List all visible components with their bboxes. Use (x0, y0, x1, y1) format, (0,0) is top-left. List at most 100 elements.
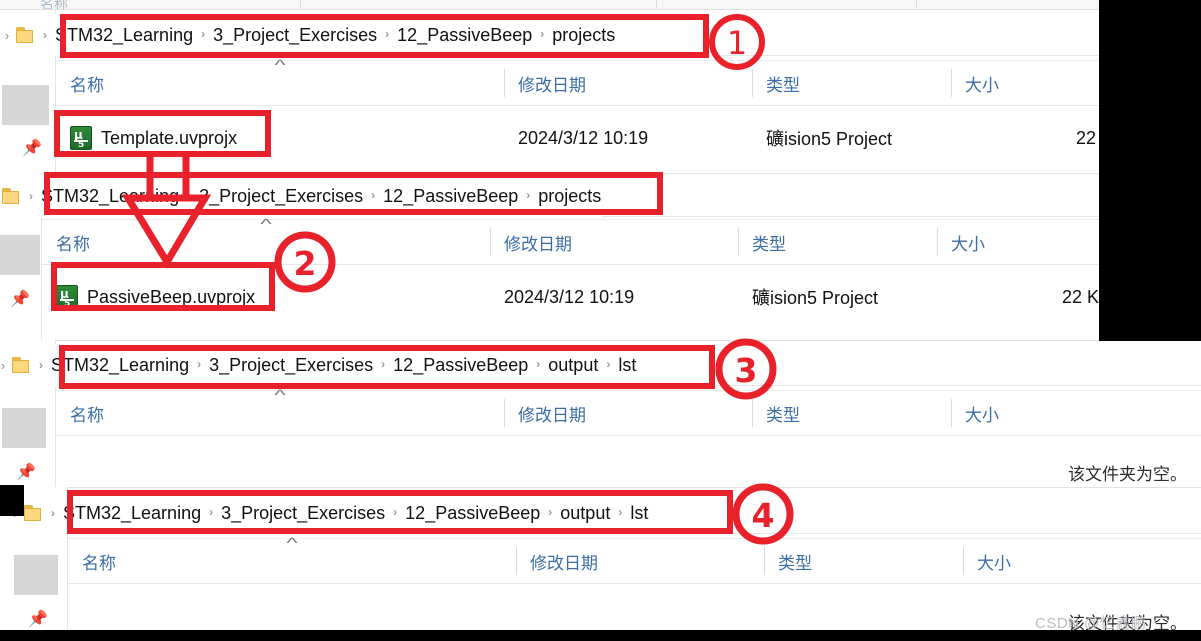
breadcrumb-segment[interactable]: lst (617, 355, 637, 376)
breadcrumb-separator-icon[interactable]: › (374, 357, 392, 371)
file-name-cell[interactable]: μ5 PassiveBeep.uvprojx (42, 285, 490, 309)
breadcrumb-separator-icon[interactable]: › (599, 357, 617, 371)
ghost-col-name: 名称 (40, 0, 68, 9)
address-bar-1[interactable]: › › STM32_Learning › 3_Project_Exercises… (0, 14, 1201, 56)
folder-icon (12, 356, 33, 374)
file-name-label: Template.uvprojx (101, 127, 238, 148)
breadcrumb-2[interactable]: STM32_Learning › 3_Project_Exercises › 1… (40, 186, 602, 207)
folder-icon (2, 187, 23, 205)
breadcrumb-segment[interactable]: STM32_Learning (50, 355, 190, 376)
address-bar-3[interactable]: › › STM32_Learning › 3_Project_Exercises… (0, 344, 1201, 386)
breadcrumb-root-caret-icon[interactable]: › (37, 28, 54, 42)
breadcrumb-segment[interactable]: 3_Project_Exercises (212, 25, 378, 46)
file-date-cell: 2024/3/12 10:19 (518, 127, 649, 148)
breadcrumb-separator-icon[interactable]: › (180, 188, 198, 202)
pin-icon[interactable]: 📌 (10, 291, 30, 308)
breadcrumb-segment[interactable]: 3_Project_Exercises (220, 503, 386, 524)
watermark: CSDN @忆鑫鹏 (1035, 615, 1147, 632)
breadcrumb-segment[interactable]: output (547, 355, 599, 376)
breadcrumb-segment[interactable]: STM32_Learning (54, 25, 194, 46)
breadcrumb-separator-icon[interactable]: › (190, 357, 208, 371)
column-header-date[interactable]: 修改日期 (504, 391, 752, 435)
breadcrumb-root-caret-icon[interactable]: › (45, 506, 62, 520)
breadcrumb-segment[interactable]: 12_PassiveBeep (382, 186, 519, 207)
column-header-type[interactable]: 类型 (764, 539, 963, 583)
pin-icon[interactable]: 📌 (16, 464, 36, 481)
address-bar-filler (637, 344, 1201, 386)
breadcrumb-separator-icon[interactable]: › (519, 188, 537, 202)
column-header-date[interactable]: 修改日期 (504, 61, 752, 105)
column-header-name[interactable]: 名称 (68, 539, 516, 583)
back-chevron-icon[interactable]: › (0, 358, 10, 373)
column-header-size[interactable]: 大小 (951, 391, 1141, 435)
breadcrumb-segment[interactable]: projects (551, 25, 616, 46)
breadcrumb-separator-icon[interactable]: › (194, 27, 212, 41)
breadcrumb-segment[interactable]: STM32_Learning (62, 503, 202, 524)
explorer-window-3: 📌 › › STM32_Learning › 3_Project_Exercis… (0, 340, 1201, 487)
column-header-type[interactable]: 类型 (752, 61, 951, 105)
occlusion-bar-right (1099, 0, 1201, 341)
column-header-row-4: 名称 修改日期 类型 大小 (68, 538, 1201, 584)
nav-placeholder-block (0, 235, 40, 275)
column-header-name[interactable]: 名称 (42, 220, 490, 264)
breadcrumb-separator-icon[interactable]: › (529, 357, 547, 371)
nav-placeholder-block (14, 555, 58, 595)
breadcrumb-separator-icon[interactable]: › (533, 27, 551, 41)
column-header-row-3: 名称 修改日期 类型 大小 (56, 390, 1201, 436)
column-header-row-1: 名称 修改日期 类型 大小 (56, 60, 1201, 106)
breadcrumb-separator-icon[interactable]: › (541, 505, 559, 519)
file-name-label: PassiveBeep.uvprojx (87, 286, 256, 307)
file-type-cell: 礦ision5 Project (752, 288, 879, 308)
folder-icon (16, 26, 37, 44)
breadcrumb-1[interactable]: STM32_Learning › 3_Project_Exercises › 1… (54, 25, 616, 46)
breadcrumb-segment[interactable]: 3_Project_Exercises (208, 355, 374, 376)
column-header-row-2: 名称 修改日期 类型 大小 (42, 219, 1201, 265)
column-header-date[interactable]: 修改日期 (516, 539, 764, 583)
pin-icon[interactable]: 📌 (22, 140, 42, 157)
column-header-name[interactable]: 名称 (56, 61, 504, 105)
explorer-window-2: 📌 › › STM32_Learning › 3_Project_Exercis… (0, 173, 1201, 340)
nav-placeholder-block (2, 408, 46, 448)
file-name-cell[interactable]: μ5 Template.uvprojx (56, 126, 504, 150)
cropped-column-header-strip: 名称 大小 (0, 0, 1201, 10)
breadcrumb-segment[interactable]: 3_Project_Exercises (198, 186, 364, 207)
address-bar-2[interactable]: › › STM32_Learning › 3_Project_Exercises… (0, 175, 1201, 217)
breadcrumb-separator-icon[interactable]: › (378, 27, 396, 41)
breadcrumb-root-caret-icon[interactable]: › (23, 189, 40, 203)
breadcrumb-segment[interactable]: output (559, 503, 611, 524)
breadcrumb-segment[interactable]: 12_PassiveBeep (392, 355, 529, 376)
pin-icon[interactable]: 📌 (28, 611, 48, 628)
file-type-cell: 礦ision5 Project (766, 129, 893, 149)
table-row[interactable]: μ5 Template.uvprojx 2024/3/12 10:19 礦isi… (56, 116, 1201, 160)
column-header-type[interactable]: 类型 (752, 391, 951, 435)
breadcrumb-segment[interactable]: 12_PassiveBeep (396, 25, 533, 46)
table-row[interactable]: μ5 PassiveBeep.uvprojx 2024/3/12 10:19 礦… (42, 275, 1201, 319)
breadcrumb-3[interactable]: STM32_Learning › 3_Project_Exercises › 1… (50, 355, 637, 376)
uvision5-project-icon: μ5 (56, 285, 78, 309)
column-header-name[interactable]: 名称 (56, 391, 504, 435)
breadcrumb-4[interactable]: STM32_Learning › 3_Project_Exercises › 1… (62, 503, 649, 524)
breadcrumb-segment[interactable]: lst (629, 503, 649, 524)
folder-icon (24, 504, 45, 522)
breadcrumb-separator-icon[interactable]: › (386, 505, 404, 519)
occlusion-bar-bottom (0, 630, 1201, 641)
file-date-cell: 2024/3/12 10:19 (504, 286, 635, 307)
uvision5-project-icon: μ5 (70, 126, 92, 150)
breadcrumb-separator-icon[interactable]: › (202, 505, 220, 519)
breadcrumb-separator-icon[interactable]: › (364, 188, 382, 202)
back-chevron-icon[interactable]: › (0, 28, 14, 43)
column-header-type[interactable]: 类型 (738, 220, 937, 264)
breadcrumb-segment[interactable]: 12_PassiveBeep (404, 503, 541, 524)
breadcrumb-separator-icon[interactable]: › (611, 505, 629, 519)
empty-folder-message: 该文件夹为空。 (1068, 465, 1187, 484)
address-bar-4[interactable]: › › STM32_Learning › 3_Project_Exercises… (8, 492, 1201, 534)
breadcrumb-root-caret-icon[interactable]: › (33, 358, 50, 372)
breadcrumb-segment[interactable]: STM32_Learning (40, 186, 180, 207)
breadcrumb-segment[interactable]: projects (537, 186, 602, 207)
nav-placeholder-block (2, 85, 49, 125)
column-header-size[interactable]: 大小 (963, 539, 1153, 583)
column-header-date[interactable]: 修改日期 (490, 220, 738, 264)
explorer-window-1: 📌 › › STM32_Learning › 3_Project_Exercis… (0, 10, 1201, 173)
occlusion-bar-left (0, 485, 24, 516)
address-bar-filler (649, 492, 1201, 534)
